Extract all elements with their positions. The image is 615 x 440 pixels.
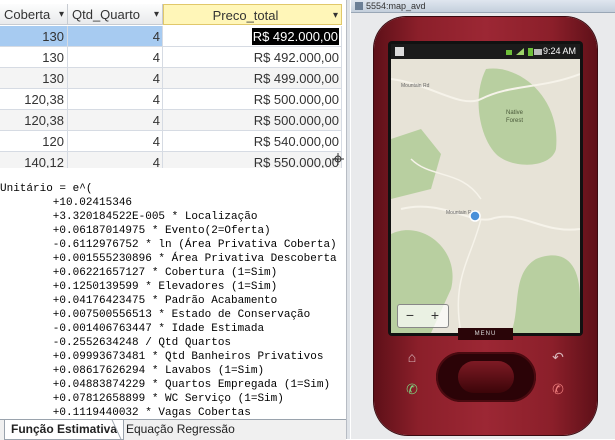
sd-card-icon xyxy=(395,47,404,56)
home-icon[interactable]: ⌂ xyxy=(402,347,422,367)
cell-preco-total[interactable]: R$ 492.000,00 xyxy=(163,26,342,47)
tab-funcao-estimativa[interactable]: Função Estimativa xyxy=(4,420,125,440)
column-header-qtd-quarto[interactable]: Qtd_Quarto ▾ xyxy=(68,4,163,25)
map-label-road-1: Mountain Rd xyxy=(401,83,430,89)
chevron-down-icon[interactable]: ▾ xyxy=(333,5,338,26)
cell-qtd-quarto[interactable]: 4 xyxy=(68,131,163,152)
cell-coberta[interactable]: 130 xyxy=(0,47,68,68)
status-bar: 9:24 AM xyxy=(391,44,580,59)
cell-qtd-quarto[interactable]: 4 xyxy=(68,47,163,68)
cell-qtd-quarto[interactable]: 4 xyxy=(68,26,163,47)
resize-grip-icon[interactable] xyxy=(332,152,344,165)
zoom-out-button[interactable]: − xyxy=(400,307,420,324)
results-table: Coberta ▾ Qtd_Quarto ▾ Preco_total ▾ 130… xyxy=(0,0,346,168)
cell-coberta[interactable]: 120,38 xyxy=(0,110,68,131)
table-row[interactable]: 120 4 R$ 540.000,00 xyxy=(0,131,346,152)
signal-icons xyxy=(506,48,542,56)
equation-line: +0.07812658899 * WC Serviço (1=Sim) xyxy=(0,393,284,405)
cell-preco-total[interactable]: R$ 540.000,00 xyxy=(163,131,342,152)
equation-line: Unitário = e^( xyxy=(0,183,93,195)
table-row[interactable]: 130 4 R$ 492.000,00 xyxy=(0,47,346,68)
emulator-title-bar[interactable]: 5554:map_avd xyxy=(351,0,615,13)
table-row[interactable]: 120,38 4 R$ 500.000,00 xyxy=(0,110,346,131)
cell-coberta[interactable]: 120 xyxy=(0,131,68,152)
equation-line: +0.007500556513 * Estado de Conservação xyxy=(0,309,311,321)
cell-coberta[interactable]: 120,38 xyxy=(0,89,68,110)
screen-bezel: 9:24 AM Native Forest Mountain Rd Mounta… xyxy=(388,41,583,336)
chevron-down-icon[interactable]: ▾ xyxy=(154,4,159,25)
equation-line: +3.320184522E-005 * Localização xyxy=(0,211,258,223)
equation-line: +0.001555230896 * Área Privativa Descobe… xyxy=(0,253,337,265)
zoom-in-button[interactable]: + xyxy=(425,307,445,324)
equation-line: -0.6112976752 * ln (Área Privativa Cober… xyxy=(0,239,337,251)
column-header-coberta[interactable]: Coberta ▾ xyxy=(0,4,68,25)
cell-qtd-quarto[interactable]: 4 xyxy=(68,110,163,131)
android-emulator-window: 5554:map_avd 9:24 AM Native Forest Mount… xyxy=(351,0,615,439)
back-icon[interactable]: ↶ xyxy=(548,347,568,367)
column-header-preco-total[interactable]: Preco_total ▾ xyxy=(163,4,342,25)
chevron-down-icon[interactable]: ▾ xyxy=(59,4,64,25)
cell-coberta[interactable]: 130 xyxy=(0,26,68,47)
table-header: Coberta ▾ Qtd_Quarto ▾ Preco_total ▾ xyxy=(0,4,346,26)
cell-coberta[interactable]: 130 xyxy=(0,68,68,89)
location-marker-icon[interactable] xyxy=(469,210,481,222)
equation-line: +0.09993673481 * Qtd Banheiros Privativo… xyxy=(0,351,324,363)
equation-line: +0.06187014975 * Evento(2=Oferta) xyxy=(0,225,271,237)
tab-equacao-regressao[interactable]: Equação Regressão xyxy=(118,420,247,439)
equation-line: +0.08617626294 * Lavabos (1=Sim) xyxy=(0,365,265,377)
equation-line: +0.06221657127 * Cobertura (1=Sim) xyxy=(0,267,278,279)
status-clock: 9:24 AM xyxy=(542,46,576,56)
phone-screen[interactable]: 9:24 AM Native Forest Mountain Rd Mounta… xyxy=(391,44,580,333)
cell-qtd-quarto[interactable]: 4 xyxy=(68,89,163,110)
cell-coberta[interactable]: 140,12 xyxy=(0,152,68,168)
app-icon xyxy=(355,2,363,10)
table-row[interactable]: 130 4 R$ 492.000,00 xyxy=(0,26,346,47)
dpad[interactable] xyxy=(436,352,536,402)
window-title: 5554:map_avd xyxy=(366,1,426,11)
phone-body: 9:24 AM Native Forest Mountain Rd Mounta… xyxy=(374,17,597,435)
cell-preco-total[interactable]: R$ 500.000,00 xyxy=(163,110,342,131)
equation-line: -0.2552634248 / Qtd Quartos xyxy=(0,337,232,349)
equation-line: +0.1250139599 * Elevadores (1=Sim) xyxy=(0,281,278,293)
cell-qtd-quarto[interactable]: 4 xyxy=(68,152,163,168)
map-view[interactable]: Native Forest Mountain Rd Mountain Rd xyxy=(391,59,580,333)
table-row[interactable]: 140,12 4 R$ 550.000,00 xyxy=(0,152,346,168)
menu-button[interactable]: MENU xyxy=(458,328,513,340)
call-icon[interactable]: ✆ xyxy=(402,379,422,399)
equation-line: +0.1119440032 * Vagas Cobertas xyxy=(0,407,251,418)
zoom-controls: − + xyxy=(397,304,449,328)
pane-splitter[interactable] xyxy=(346,0,350,439)
equation-line: -0.001406763447 * Idade Estimada xyxy=(0,323,265,335)
equation-line: +10.02415346 xyxy=(0,197,133,209)
equation-line: +0.04883874229 * Quartos Empregada (1=Si… xyxy=(0,379,331,391)
cell-preco-total[interactable]: R$ 492.000,00 xyxy=(163,47,342,68)
end-call-icon[interactable]: ✆ xyxy=(548,379,568,399)
equation-line: +0.04176423475 * Padrão Acabamento xyxy=(0,295,278,307)
dpad-center-button[interactable] xyxy=(458,361,514,393)
cell-preco-total[interactable]: R$ 499.000,00 xyxy=(163,68,342,89)
cell-preco-total[interactable]: R$ 500.000,00 xyxy=(163,89,342,110)
map-label-native: Native xyxy=(506,110,524,116)
cell-qtd-quarto[interactable]: 4 xyxy=(68,68,163,89)
map-label-forest: Forest xyxy=(506,118,523,124)
regression-equation-text: Unitário = e^( +10.02415346 +3.320184522… xyxy=(0,182,346,418)
table-row[interactable]: 120,38 4 R$ 500.000,00 xyxy=(0,89,346,110)
table-row[interactable]: 130 4 R$ 499.000,00 xyxy=(0,68,346,89)
cell-preco-total[interactable]: R$ 550.000,00 xyxy=(163,152,342,168)
sheet-tabs: Função Estimativa Equação Regressão xyxy=(0,419,346,440)
